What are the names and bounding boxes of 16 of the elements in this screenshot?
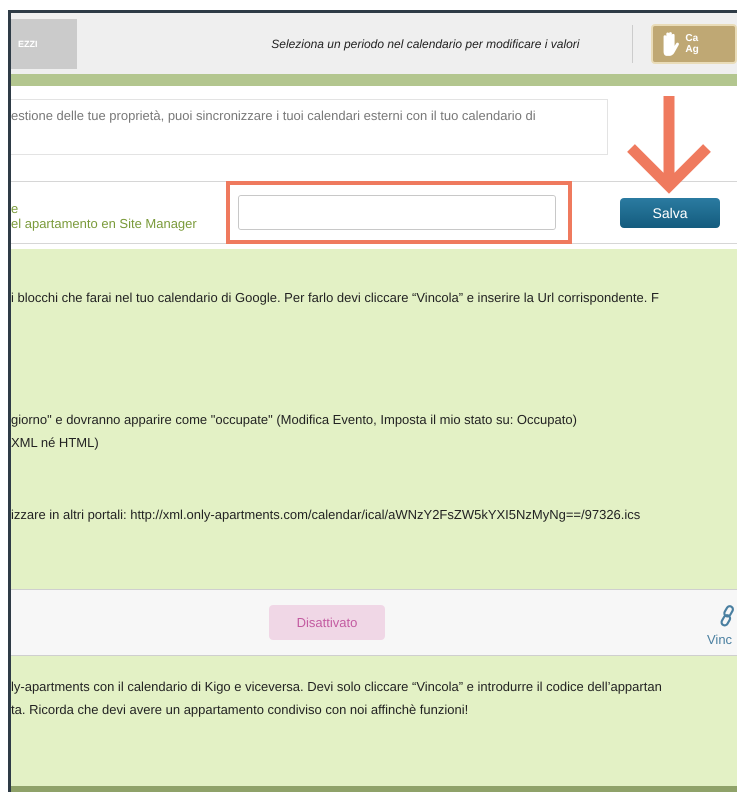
field-label: el apartamento en Site Manager <box>11 216 197 230</box>
info-text: i blocchi che farai nel tuo calendario di Google. Per farlo devi cliccare “Vincola” e inserire la Url corrispondente. F <box>11 289 659 307</box>
url-field[interactable] <box>238 195 556 230</box>
info-text: ly-apartments con il calendario di Kigo e viceversa. Devi solo cliccare “Vincola” e introdurre il codice dell’appartan <box>11 678 662 696</box>
link-icon[interactable] <box>719 604 737 628</box>
info-text: ta. Ricorda che devi avere un appartamento condiviso con noi affinchè funzioni! <box>11 701 468 719</box>
status-badge: Disattivato <box>269 605 385 640</box>
info-text: giorno" e dovranno apparire come "occupate" (Modifica Evento, Imposta il mio stato su: Occupato) <box>11 411 577 429</box>
info-text: XML né HTML) <box>11 434 99 452</box>
save-button[interactable]: Salva <box>620 198 720 228</box>
info-text: izzare in altri portali: http://xml.only-apartments.com/calendar/ical/aWNzY2FsZW5kYXI5NzMyNg==/97326.ics <box>11 506 640 524</box>
link-button[interactable]: Vinc <box>707 632 732 647</box>
hint-text: Seleziona un periodo nel calendario per modificare i valori <box>271 36 580 50</box>
field-label: e <box>11 200 18 216</box>
hand-button[interactable]: Ca Ag <box>651 24 737 64</box>
intro-text: estione delle tue proprietà, puoi sincronizzare i tuoi calendari esterni con il tuo calendario di <box>11 99 608 155</box>
